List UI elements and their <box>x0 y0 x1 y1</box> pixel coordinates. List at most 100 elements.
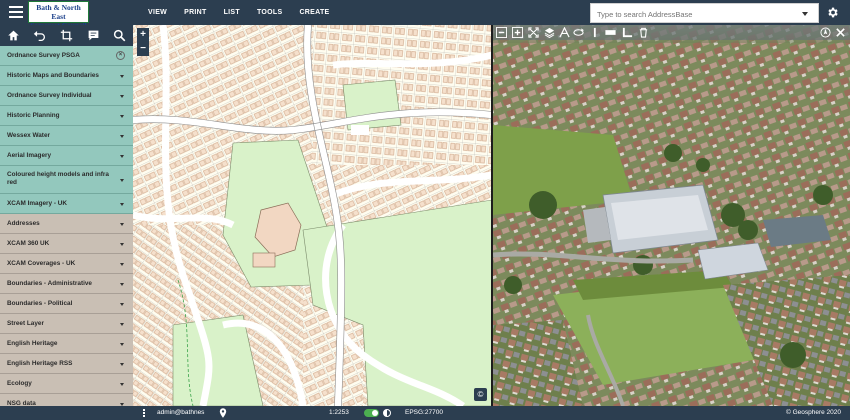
app-window: Bath & North East Somerset Council VIEW … <box>0 0 850 420</box>
layer-label: English Heritage <box>7 340 58 347</box>
expand-caret-icon[interactable] <box>120 343 124 346</box>
layer-label: XCAM Coverages - UK <box>7 260 76 267</box>
layer-label: Ecology <box>7 380 32 387</box>
close-icon[interactable] <box>835 27 846 38</box>
more-options-icon[interactable] <box>143 409 146 418</box>
expand-caret-icon[interactable] <box>120 303 124 306</box>
aerial-oblique-view[interactable] <box>493 25 850 406</box>
layers-sidebar: Ordnance Survey PSGA × Historic Maps and B… <box>0 25 133 420</box>
expand-caret-icon[interactable] <box>120 179 124 182</box>
layer-item[interactable]: Addresses <box>0 214 133 234</box>
undo-icon[interactable] <box>33 29 46 42</box>
status-bar: admin@bathnes 1:2253 EPSG:27700 © Geosph… <box>0 406 850 420</box>
layer-item[interactable]: XCAM Coverages - UK <box>0 254 133 274</box>
council-logo: Bath & North East Somerset Council <box>28 1 89 30</box>
layers-icon[interactable] <box>544 27 555 38</box>
layer-label: Aerial Imagery <box>7 152 52 159</box>
expand-caret-icon[interactable] <box>120 383 124 386</box>
delete-icon[interactable] <box>638 27 649 38</box>
expand-caret-icon[interactable] <box>120 283 124 286</box>
top-bar: Bath & North East Somerset Council VIEW … <box>0 0 850 30</box>
expand-caret-icon[interactable] <box>120 323 124 326</box>
layer-label: XCAM Imagery - UK <box>7 200 68 207</box>
layer-item[interactable]: Ordnance Survey PSGA × <box>0 46 133 66</box>
layer-item[interactable]: Boundaries - Administrative <box>0 274 133 294</box>
search-dropdown-icon[interactable] <box>802 12 808 16</box>
search-input[interactable] <box>591 5 791 24</box>
rotate-view-icon[interactable] <box>573 27 584 38</box>
layer-item[interactable]: XCAM Imagery - UK <box>0 194 133 214</box>
fullscreen-icon[interactable] <box>528 27 539 38</box>
contrast-icon[interactable] <box>383 409 391 417</box>
layer-label: Boundaries - Political <box>7 300 73 307</box>
menu-view[interactable]: VIEW <box>148 0 167 25</box>
zoom-in-button[interactable]: + <box>137 28 149 42</box>
layer-item[interactable]: Wessex Water <box>0 126 133 146</box>
layer-item[interactable]: Coloured height models and infra red <box>0 166 133 194</box>
layer-label: Ordnance Survey Individual <box>7 92 92 99</box>
expand-caret-icon[interactable] <box>120 363 124 366</box>
projection-code: EPSG:27700 <box>405 409 443 416</box>
home-icon[interactable] <box>7 29 20 42</box>
zoom-out-button[interactable]: − <box>137 42 149 56</box>
measure-line-icon[interactable] <box>593 27 604 38</box>
angle-icon[interactable] <box>622 27 633 38</box>
menu-tools[interactable]: TOOLS <box>257 0 282 25</box>
layer-item[interactable]: Street Layer <box>0 314 133 334</box>
layer-item[interactable]: Historic Planning <box>0 106 133 126</box>
oblique-toolbar <box>493 25 850 40</box>
map-scale: 1:2253 <box>329 409 349 416</box>
layer-label: Ordnance Survey PSGA <box>7 52 80 59</box>
expand-caret-icon[interactable] <box>120 243 124 246</box>
layer-label: English Heritage RSS <box>7 360 73 367</box>
sidebar-toolbar <box>0 25 133 46</box>
ordnance-survey-map[interactable] <box>133 25 492 406</box>
layer-close-icon[interactable]: × <box>116 51 125 60</box>
layer-item[interactable]: XCAM 360 UK <box>0 234 133 254</box>
os-map-rendering <box>133 25 492 406</box>
layer-label: Wessex Water <box>7 132 50 139</box>
expand-caret-icon[interactable] <box>120 155 124 158</box>
expand-caret-icon[interactable] <box>120 223 124 226</box>
menu-list[interactable]: LIST <box>224 0 240 25</box>
zoom-out-icon[interactable] <box>496 27 507 38</box>
layer-list: Ordnance Survey PSGA × Historic Maps and B… <box>0 46 133 414</box>
layer-item[interactable]: Ecology <box>0 374 133 394</box>
basemap-toggle[interactable] <box>364 409 379 417</box>
layer-label: Historic Planning <box>7 112 60 119</box>
current-user: admin@bathnes <box>157 409 205 416</box>
expand-caret-icon[interactable] <box>120 95 124 98</box>
layer-item[interactable]: English Heritage RSS <box>0 354 133 374</box>
copyright-text: © Geosphere 2020 <box>786 409 842 416</box>
expand-caret-icon[interactable] <box>120 263 124 266</box>
expand-caret-icon[interactable] <box>120 75 124 78</box>
layer-item[interactable]: English Heritage <box>0 334 133 354</box>
oblique-imagery <box>493 25 850 406</box>
layer-item[interactable]: Aerial Imagery <box>0 146 133 166</box>
crop-icon[interactable] <box>60 29 73 42</box>
hamburger-menu-icon[interactable] <box>9 6 23 18</box>
layer-label: Boundaries - Administrative <box>7 280 92 287</box>
map-zoom-control: + − <box>137 28 149 56</box>
layer-label: Coloured height models and infra red <box>7 171 109 186</box>
main-menu: VIEW PRINT LIST TOOLS CREATE <box>148 0 347 25</box>
expand-caret-icon[interactable] <box>120 135 124 138</box>
comment-icon[interactable] <box>87 29 100 42</box>
layer-label: Addresses <box>7 220 40 227</box>
layer-item[interactable]: Boundaries - Political <box>0 294 133 314</box>
compass-icon[interactable] <box>820 27 831 38</box>
expand-caret-icon[interactable] <box>120 115 124 118</box>
map-attribution-button[interactable]: © <box>474 388 487 401</box>
layer-item[interactable]: Historic Maps and Boundaries <box>0 66 133 86</box>
settings-gear-icon[interactable] <box>826 6 839 19</box>
layer-item[interactable]: Ordnance Survey Individual <box>0 86 133 106</box>
menu-create[interactable]: CREATE <box>299 0 329 25</box>
location-pin-icon[interactable] <box>219 408 227 418</box>
measure-height-icon[interactable] <box>559 27 570 38</box>
search-icon[interactable] <box>113 29 126 42</box>
menu-print[interactable]: PRINT <box>184 0 207 25</box>
layer-label: Historic Maps and Boundaries <box>7 72 99 79</box>
zoom-in-icon[interactable] <box>512 27 523 38</box>
ruler-icon[interactable] <box>605 27 616 38</box>
expand-caret-icon[interactable] <box>120 203 124 206</box>
